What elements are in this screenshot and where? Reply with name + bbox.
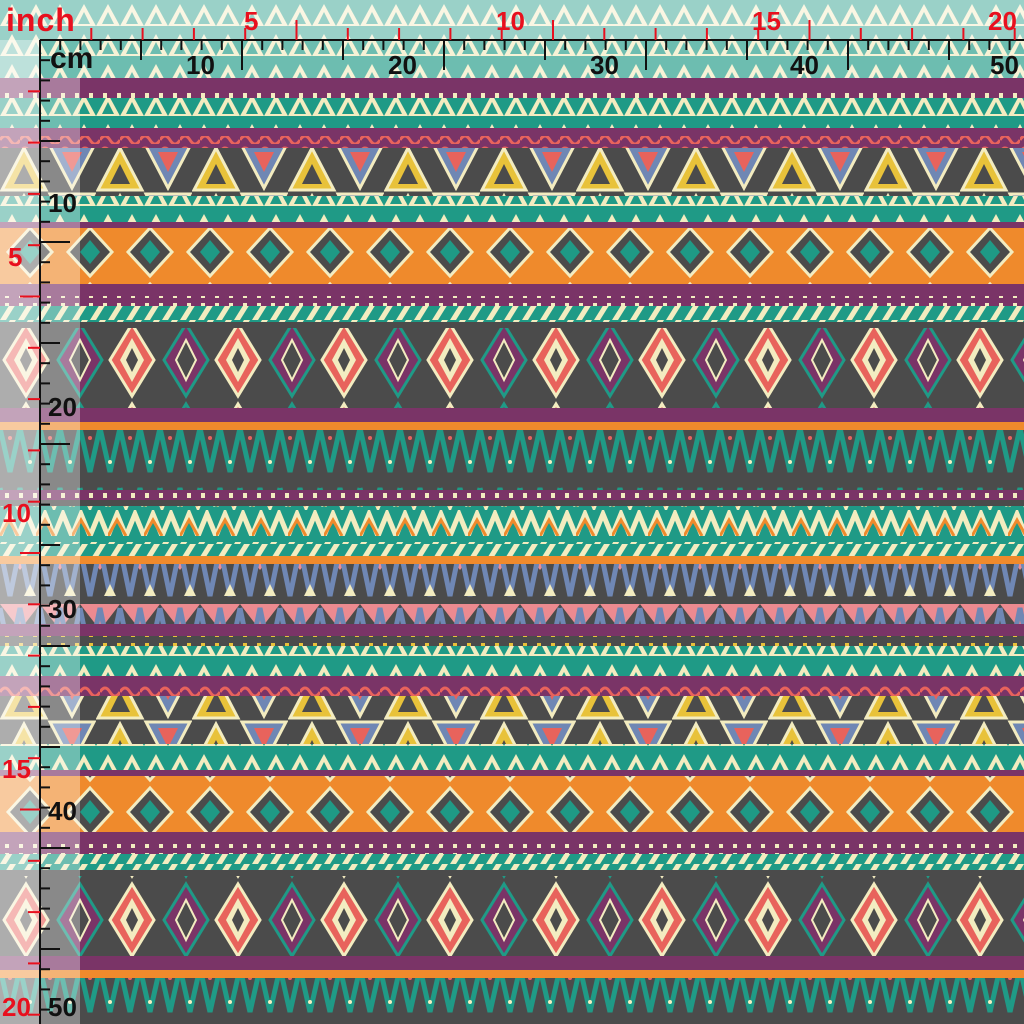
pattern-band [0, 88, 1024, 98]
fabric-swatch-viewer: inch cm 5 10 15 20 10 20 30 40 50 5 10 1… [0, 0, 1024, 1024]
pattern-band [0, 490, 1024, 500]
pattern-band [0, 676, 1024, 684]
pattern-band [0, 970, 1024, 978]
inch-unit-label: inch [6, 2, 76, 38]
pattern-band [0, 306, 1024, 322]
pattern-band [0, 744, 1024, 770]
pattern-band [0, 408, 1024, 422]
pattern-band [0, 148, 1024, 196]
pattern-band [0, 832, 1024, 844]
left-inch-number: 15 [2, 754, 31, 784]
left-cm-number: 50 [48, 992, 77, 1022]
top-inch-number: 5 [244, 6, 259, 36]
pattern-band [0, 422, 1024, 430]
pattern-band [0, 542, 1024, 556]
pattern-band [0, 430, 1024, 490]
pattern-band [0, 328, 1024, 408]
pattern-band [0, 876, 1024, 956]
pattern-band [0, 222, 1024, 228]
pattern-band [0, 624, 1024, 636]
pattern-band [0, 128, 1024, 136]
pattern-band [0, 296, 1024, 306]
pattern-band [0, 500, 1024, 506]
pattern-band [0, 556, 1024, 564]
pattern-band [0, 536, 1024, 542]
top-inch-number: 10 [496, 6, 525, 36]
pattern-band [0, 78, 1024, 88]
left-cm-number: 10 [48, 188, 77, 218]
top-cm-number: 50 [990, 50, 1019, 80]
cm-unit-label: cm [50, 42, 94, 75]
pattern-band [0, 776, 1024, 832]
pattern-band [0, 564, 1024, 624]
pattern-band [0, 844, 1024, 854]
pattern-band [0, 646, 1024, 676]
pattern-band [0, 98, 1024, 128]
top-inch-number: 15 [752, 6, 781, 36]
pattern-band [0, 696, 1024, 744]
left-inch-number: 5 [8, 242, 23, 272]
pattern-band [0, 196, 1024, 222]
top-cm-number: 40 [790, 50, 819, 80]
left-inch-number: 10 [2, 498, 31, 528]
pattern-band [0, 870, 1024, 876]
left-cm-number: 20 [48, 392, 77, 422]
pattern-band [0, 506, 1024, 536]
pattern-band [0, 228, 1024, 284]
pattern-band [0, 684, 1024, 696]
pattern-band [0, 636, 1024, 646]
pattern-band [0, 956, 1024, 970]
pattern-band [0, 854, 1024, 870]
pattern-band [0, 136, 1024, 148]
pattern-band [0, 322, 1024, 328]
top-cm-number: 30 [590, 50, 619, 80]
left-inch-number: 20 [2, 992, 31, 1022]
top-cm-number: 20 [388, 50, 417, 80]
left-cm-number: 30 [48, 594, 77, 624]
pattern-band [0, 978, 1024, 1024]
aztec-fabric-pattern [0, 0, 1024, 1024]
pattern-stripes [0, 0, 1024, 1024]
pattern-band [0, 284, 1024, 296]
pattern-band [0, 770, 1024, 776]
left-cm-number: 40 [48, 796, 77, 826]
top-cm-number: 10 [186, 50, 215, 80]
top-inch-number: 20 [988, 6, 1017, 36]
